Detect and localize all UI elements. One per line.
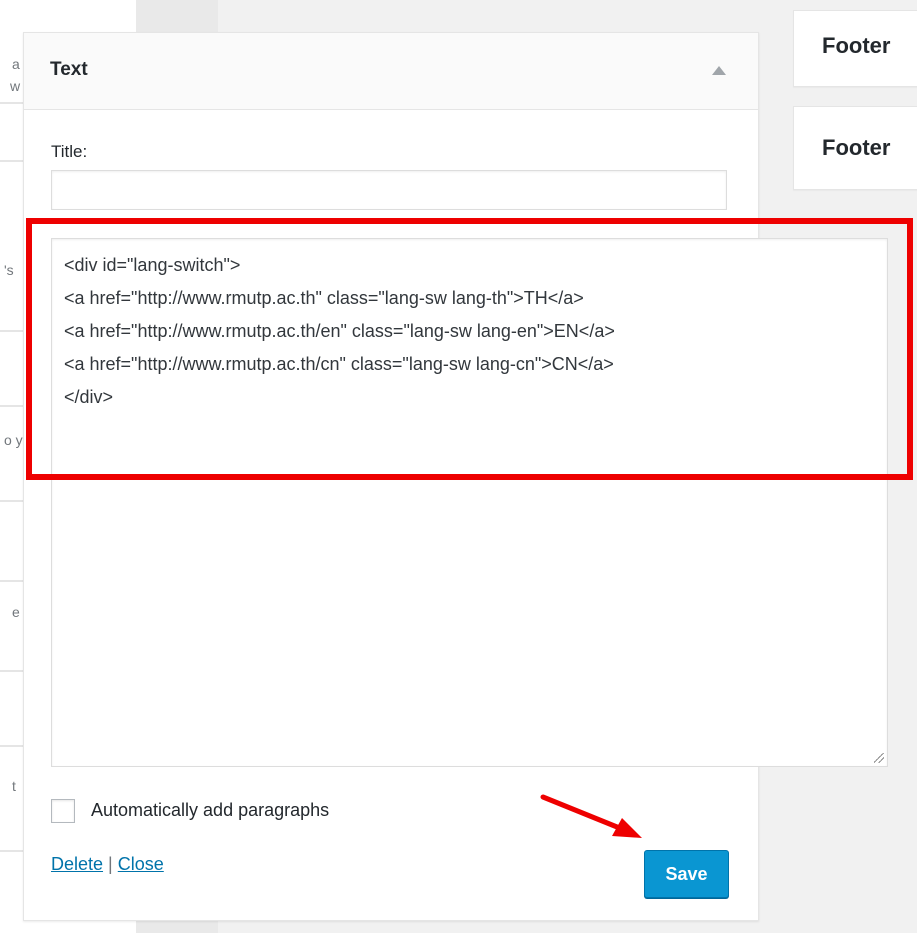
code-line: <a href="http://www.rmutp.ac.th/en" clas… [64,321,615,341]
code-line: <a href="http://www.rmutp.ac.th/cn" clas… [64,354,614,374]
code-line: <div id="lang-switch"> [64,255,241,275]
widget-fragment-text: t [12,778,16,794]
delete-link[interactable]: Delete [51,854,103,874]
collapse-arrow-icon[interactable] [712,66,726,75]
text-widget: Text Title: <div id="lang-switch"> <a hr… [23,32,888,921]
content-textarea[interactable]: <div id="lang-switch"> <a href="http://w… [51,238,888,767]
sidebar-footer-2[interactable]: Footer [793,106,917,190]
widget-fragment-text: w [10,78,21,94]
widget-fragment-text: e [12,604,20,620]
widget-fragment-text: 's [4,262,14,278]
title-label: Title: [51,142,88,161]
sidebar-title: Footer [822,135,891,160]
auto-paragraphs-checkbox[interactable] [51,799,75,823]
widget-actions: Delete | Close [51,854,164,875]
widget-fragment-text: o y [4,432,23,448]
title-input[interactable] [51,170,727,210]
widget-title: Text [50,59,88,80]
code-line: </div> [64,387,114,407]
save-button[interactable]: Save [644,850,729,898]
resize-handle-icon[interactable] [874,753,884,763]
widget-fragment-text: a [12,56,20,72]
separator: | [108,854,113,874]
sidebar-title: Footer [822,33,891,58]
sidebar-footer-1[interactable]: Footer [793,10,917,87]
auto-paragraphs-label: Automatically add paragraphs [91,800,330,820]
close-link[interactable]: Close [118,854,164,874]
widget-header[interactable]: Text [24,33,758,110]
code-line: <a href="http://www.rmutp.ac.th" class="… [64,288,584,308]
